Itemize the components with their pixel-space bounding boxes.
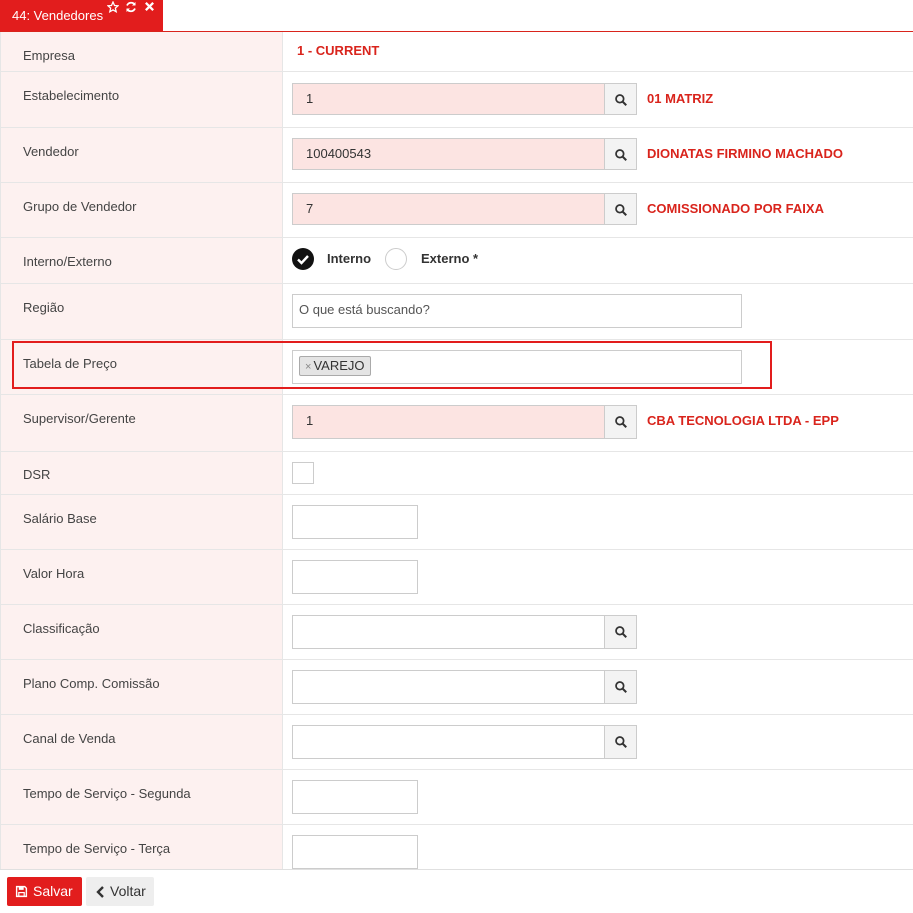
supervisor-desc: CBA TECNOLOGIA LTDA - EPP [647,413,839,428]
field-label: Estabelecimento [23,88,120,103]
tag-chip: × VAREJO [299,356,371,376]
classificacao-input[interactable] [292,615,605,649]
radio-externo[interactable] [385,248,407,270]
vendedor-search-button[interactable] [604,138,637,170]
tabela-preco-multiselect[interactable]: × VAREJO [292,350,742,384]
row-plano-comissao: Plano Comp. Comissão [0,660,913,715]
row-vendedor: Vendedor 100400543 DIONATAS FIRMINO MACH… [0,128,913,183]
save-button[interactable]: Salvar [7,877,82,906]
search-icon [615,681,627,693]
tempo-segunda-input[interactable] [292,780,418,814]
row-classificacao: Classificação [0,605,913,660]
row-supervisor: Supervisor/Gerente 1 CBA TECNOLOGIA LTDA… [0,395,913,452]
dsr-checkbox[interactable] [292,462,314,484]
empresa-value: 1 - CURRENT [297,43,380,58]
row-salario-base: Salário Base [0,495,913,550]
radio-externo-label[interactable]: Externo * [421,251,478,266]
estabelecimento-search-button[interactable] [604,83,637,115]
row-valor-hora: Valor Hora [0,550,913,605]
back-button-label: Voltar [110,883,146,899]
radio-interno[interactable] [292,248,314,270]
tempo-terca-input[interactable] [292,835,418,869]
salario-base-input[interactable] [292,505,418,539]
tab-vendedores[interactable]: 44: Vendedores [0,0,163,31]
close-icon[interactable] [144,1,155,14]
field-label: Plano Comp. Comissão [23,676,160,691]
search-icon [615,416,627,428]
canal-venda-search-button[interactable] [604,725,637,759]
field-label: Tempo de Serviço - Segunda [23,786,191,801]
tag-remove-icon[interactable]: × [305,361,311,373]
field-label: Valor Hora [23,566,85,581]
tab-label: 44: Vendedores [12,8,104,23]
row-interno-externo: Interno/Externo Interno Externo * [0,238,913,284]
back-button[interactable]: Voltar [86,877,154,906]
search-icon [615,94,627,106]
tag-label: VAREJO [313,358,365,373]
row-dsr: DSR [0,452,913,495]
plano-comissao-search-button[interactable] [604,670,637,704]
search-icon [615,149,627,161]
search-icon [615,626,627,638]
row-tempo-segunda: Tempo de Serviço - Segunda [0,770,913,825]
field-label: Empresa [23,48,76,63]
row-regiao: Região O que está buscando? [0,284,913,340]
tab-bar: 44: Vendedores [0,0,913,32]
field-label: Vendedor [23,144,79,159]
estabelecimento-input[interactable]: 1 [292,83,605,115]
estabelecimento-desc: 01 MATRIZ [647,91,714,106]
vendedor-input[interactable]: 100400543 [292,138,605,170]
supervisor-input[interactable]: 1 [292,405,605,439]
classificacao-search-button[interactable] [604,615,637,649]
row-canal-venda: Canal de Venda [0,715,913,770]
canal-venda-input[interactable] [292,725,605,759]
vendedor-form: Empresa 1 - CURRENT Estabelecimento 1 01… [0,32,913,873]
search-icon [615,204,627,216]
row-grupo-vendedor: Grupo de Vendedor 7 COMISSIONADO POR FAI… [0,183,913,238]
field-label: Interno/Externo [23,254,112,269]
chevron-left-icon [96,886,104,898]
check-icon [297,255,309,265]
field-label: Canal de Venda [23,731,116,746]
field-label: DSR [23,467,51,482]
row-empresa: Empresa 1 - CURRENT [0,32,913,72]
field-label: Salário Base [23,511,97,526]
form-footer: Salvar Voltar [0,869,913,913]
refresh-icon[interactable] [125,1,137,15]
valor-hora-input[interactable] [292,560,418,594]
field-label: Tempo de Serviço - Terça [23,841,171,856]
field-label: Classificação [23,621,100,636]
field-label: Supervisor/Gerente [23,411,136,426]
row-estabelecimento: Estabelecimento 1 01 MATRIZ [0,72,913,128]
search-icon [615,736,627,748]
field-label: Região [23,300,65,315]
grupo-vendedor-search-button[interactable] [604,193,637,225]
radio-interno-label[interactable]: Interno [327,251,371,266]
regiao-search-input[interactable]: O que está buscando? [292,294,742,328]
row-tempo-terca: Tempo de Serviço - Terça [0,825,913,873]
field-label: Grupo de Vendedor [23,199,137,214]
supervisor-search-button[interactable] [604,405,637,439]
grupo-vendedor-desc: COMISSIONADO POR FAIXA [647,201,824,216]
star-icon[interactable] [106,0,120,15]
plano-comissao-input[interactable] [292,670,605,704]
save-button-label: Salvar [33,883,73,899]
grupo-vendedor-input[interactable]: 7 [292,193,605,225]
row-tabela-preco: Tabela de Preço × VAREJO [0,340,913,395]
field-label: Tabela de Preço [23,356,117,371]
floppy-disk-icon [15,885,28,898]
vendedor-desc: DIONATAS FIRMINO MACHADO [647,146,843,161]
